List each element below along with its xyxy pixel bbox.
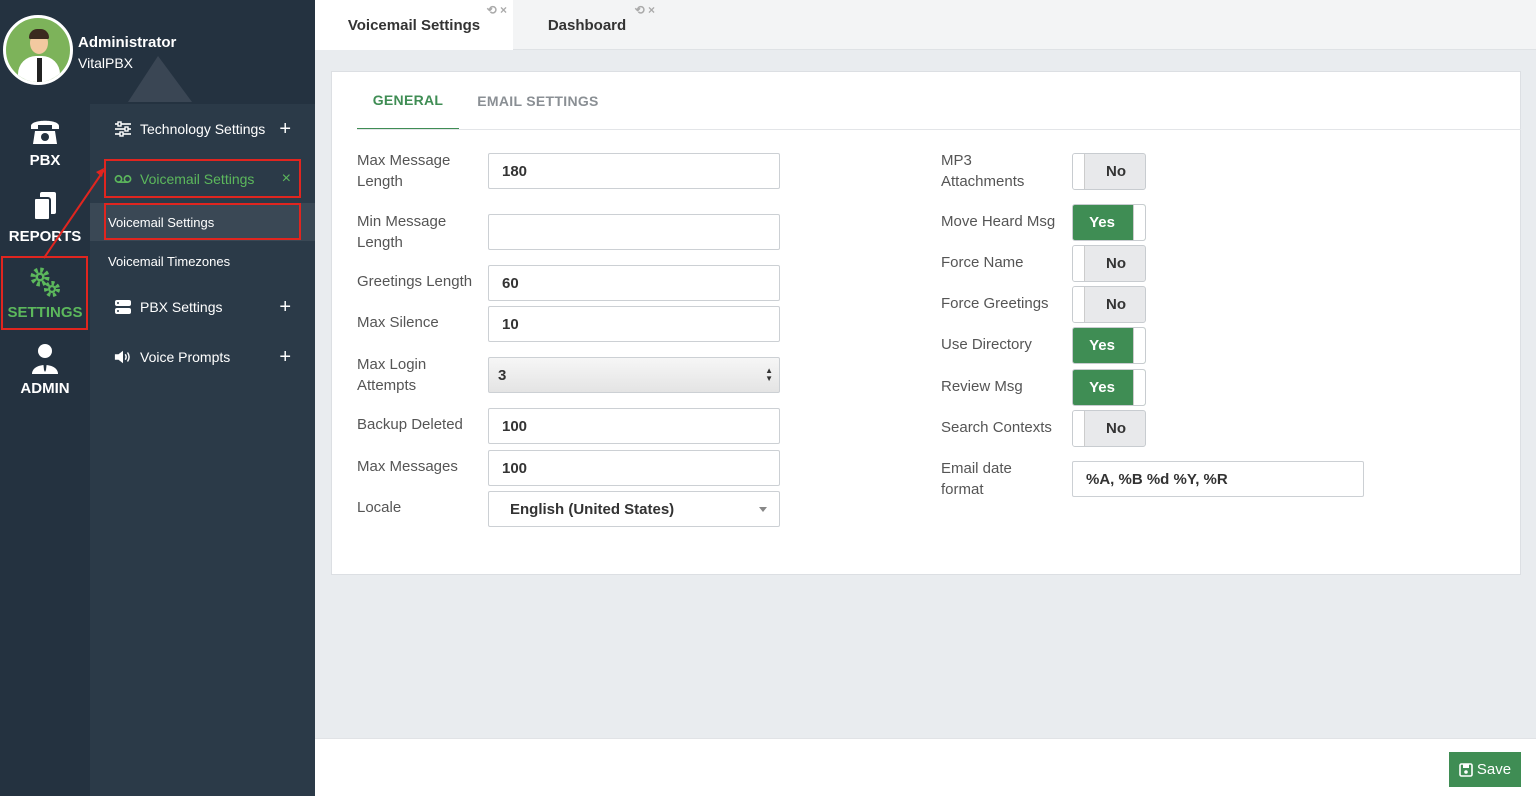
- phone-icon: [31, 120, 59, 144]
- max-message-length-input[interactable]: 180: [488, 153, 780, 189]
- toggle-value: No: [1106, 420, 1126, 437]
- submenu-voice-prompts[interactable]: Voice Prompts +: [90, 332, 315, 382]
- menu-pointer: [128, 56, 192, 102]
- tabs-divider: [357, 129, 1521, 130]
- tab-voicemail-settings[interactable]: Voicemail Settings ⟲ ×: [315, 0, 513, 50]
- toggle-knob: [1073, 287, 1085, 322]
- rail-reports[interactable]: REPORTS: [0, 190, 90, 245]
- submenu-voicemail-timezones[interactable]: Voicemail Timezones: [90, 242, 315, 280]
- submenu-voice-prompts-label: Voice Prompts: [140, 349, 231, 365]
- toggle-value: Yes: [1089, 214, 1115, 231]
- email-date-format-input[interactable]: %A, %B %d %Y, %R: [1072, 461, 1364, 497]
- label-max-silence: Max Silence: [357, 314, 439, 331]
- toggle-knob: [1073, 246, 1085, 281]
- expand-plus-icon[interactable]: +: [279, 296, 291, 319]
- label-force-name: Force Name: [941, 254, 1024, 271]
- move-heard-msg-toggle[interactable]: Yes: [1072, 204, 1146, 241]
- toggle-value: Yes: [1089, 379, 1115, 396]
- tab-refresh-close-icons[interactable]: ⟲ ×: [635, 3, 655, 17]
- label-locale: Locale: [357, 499, 402, 516]
- rail-pbx-label: PBX: [29, 152, 61, 169]
- label-max-login-attempts: Max Login Attempts: [357, 356, 427, 394]
- footer-bar: [315, 738, 1536, 796]
- admin-user-icon: [32, 344, 58, 374]
- rail-admin-label: ADMIN: [20, 380, 70, 397]
- save-button[interactable]: Save: [1449, 752, 1521, 787]
- max-login-attempts-select[interactable]: 3 ▲ ▼: [488, 357, 780, 393]
- save-label: Save: [1476, 761, 1512, 778]
- toggle-knob: [1133, 370, 1145, 405]
- expand-plus-icon[interactable]: +: [279, 346, 291, 369]
- toggle-value: No: [1106, 296, 1126, 313]
- submenu-pbx-settings[interactable]: PBX Settings +: [90, 282, 315, 332]
- user-org: VitalPBX: [78, 55, 133, 71]
- label-max-messages: Max Messages: [357, 458, 458, 475]
- submenu-technology-settings[interactable]: Technology Settings +: [90, 104, 315, 154]
- label-use-directory: Use Directory: [941, 336, 1032, 353]
- settings-highlight: [1, 256, 88, 330]
- review-msg-toggle[interactable]: Yes: [1072, 369, 1146, 406]
- label-min-message-length: Min Message Length: [357, 213, 447, 251]
- label-greetings-length: Greetings Length: [357, 273, 473, 290]
- tab-refresh-close-icons[interactable]: ⟲ ×: [487, 3, 507, 17]
- label-mp3-attachments: MP3 Attachments: [941, 152, 1025, 190]
- toggle-knob: [1073, 411, 1085, 446]
- label-max-message-length: Max Message Length: [357, 152, 451, 190]
- floppy-disk-icon: [1459, 762, 1473, 777]
- user-block: Administrator VitalPBX: [0, 0, 315, 104]
- toggle-knob: [1133, 205, 1145, 240]
- user-name: Administrator: [78, 34, 177, 51]
- tab-general[interactable]: GENERAL: [357, 72, 459, 130]
- tab-email-settings[interactable]: EMAIL SETTINGS: [467, 72, 609, 130]
- sliders-icon: [115, 121, 131, 137]
- label-move-heard-msg: Move Heard Msg: [941, 213, 1056, 230]
- min-message-length-input[interactable]: [488, 214, 780, 250]
- label-email-date-format: Email date format: [941, 460, 1012, 498]
- max-silence-input[interactable]: 10: [488, 306, 780, 342]
- select-updown-icon: ▲ ▼: [765, 366, 773, 383]
- force-greetings-toggle[interactable]: No: [1072, 286, 1146, 323]
- search-contexts-toggle[interactable]: No: [1072, 410, 1146, 447]
- tab-voicemail-label: Voicemail Settings: [347, 16, 481, 34]
- force-name-toggle[interactable]: No: [1072, 245, 1146, 282]
- expand-plus-icon[interactable]: +: [279, 118, 291, 141]
- avatar[interactable]: [3, 15, 73, 85]
- voicemail-menu-highlight: [104, 159, 301, 198]
- voicemail-submenu-highlight: [104, 203, 301, 240]
- toggle-knob: [1073, 154, 1085, 189]
- label-force-greetings: Force Greetings: [941, 295, 1049, 312]
- label-search-contexts: Search Contexts: [941, 419, 1052, 436]
- toggle-value: No: [1106, 255, 1126, 272]
- toggle-value: Yes: [1089, 337, 1115, 354]
- rail-pbx[interactable]: PBX: [0, 114, 90, 169]
- max-messages-input[interactable]: 100: [488, 450, 780, 486]
- submenu-technology-label: Technology Settings: [140, 121, 266, 137]
- tab-dashboard-label: Dashboard: [547, 16, 627, 34]
- label-review-msg: Review Msg: [941, 378, 1023, 395]
- max-login-attempts-value: 3: [498, 366, 507, 384]
- greetings-length-input[interactable]: 60: [488, 265, 780, 301]
- documents-icon: [33, 192, 56, 221]
- use-directory-toggle[interactable]: Yes: [1072, 327, 1146, 364]
- voicemail-settings-card: GENERAL EMAIL SETTINGS Max Message Lengt…: [331, 71, 1521, 575]
- backup-deleted-input[interactable]: 100: [488, 408, 780, 444]
- label-backup-deleted: Backup Deleted: [357, 416, 463, 433]
- locale-value: English (United States): [510, 500, 675, 518]
- chevron-down-icon: [759, 507, 767, 512]
- toggle-knob: [1133, 328, 1145, 363]
- locale-select[interactable]: English (United States): [488, 491, 780, 527]
- server-icon: [115, 300, 131, 314]
- speaker-icon: [114, 350, 130, 364]
- toggle-value: No: [1106, 163, 1126, 180]
- mp3-attachments-toggle[interactable]: No: [1072, 153, 1146, 190]
- rail-admin[interactable]: ADMIN: [0, 342, 90, 397]
- tab-dashboard[interactable]: Dashboard ⟲ ×: [513, 0, 661, 50]
- submenu-pbx-label: PBX Settings: [140, 299, 223, 315]
- rail-reports-label: REPORTS: [8, 228, 82, 245]
